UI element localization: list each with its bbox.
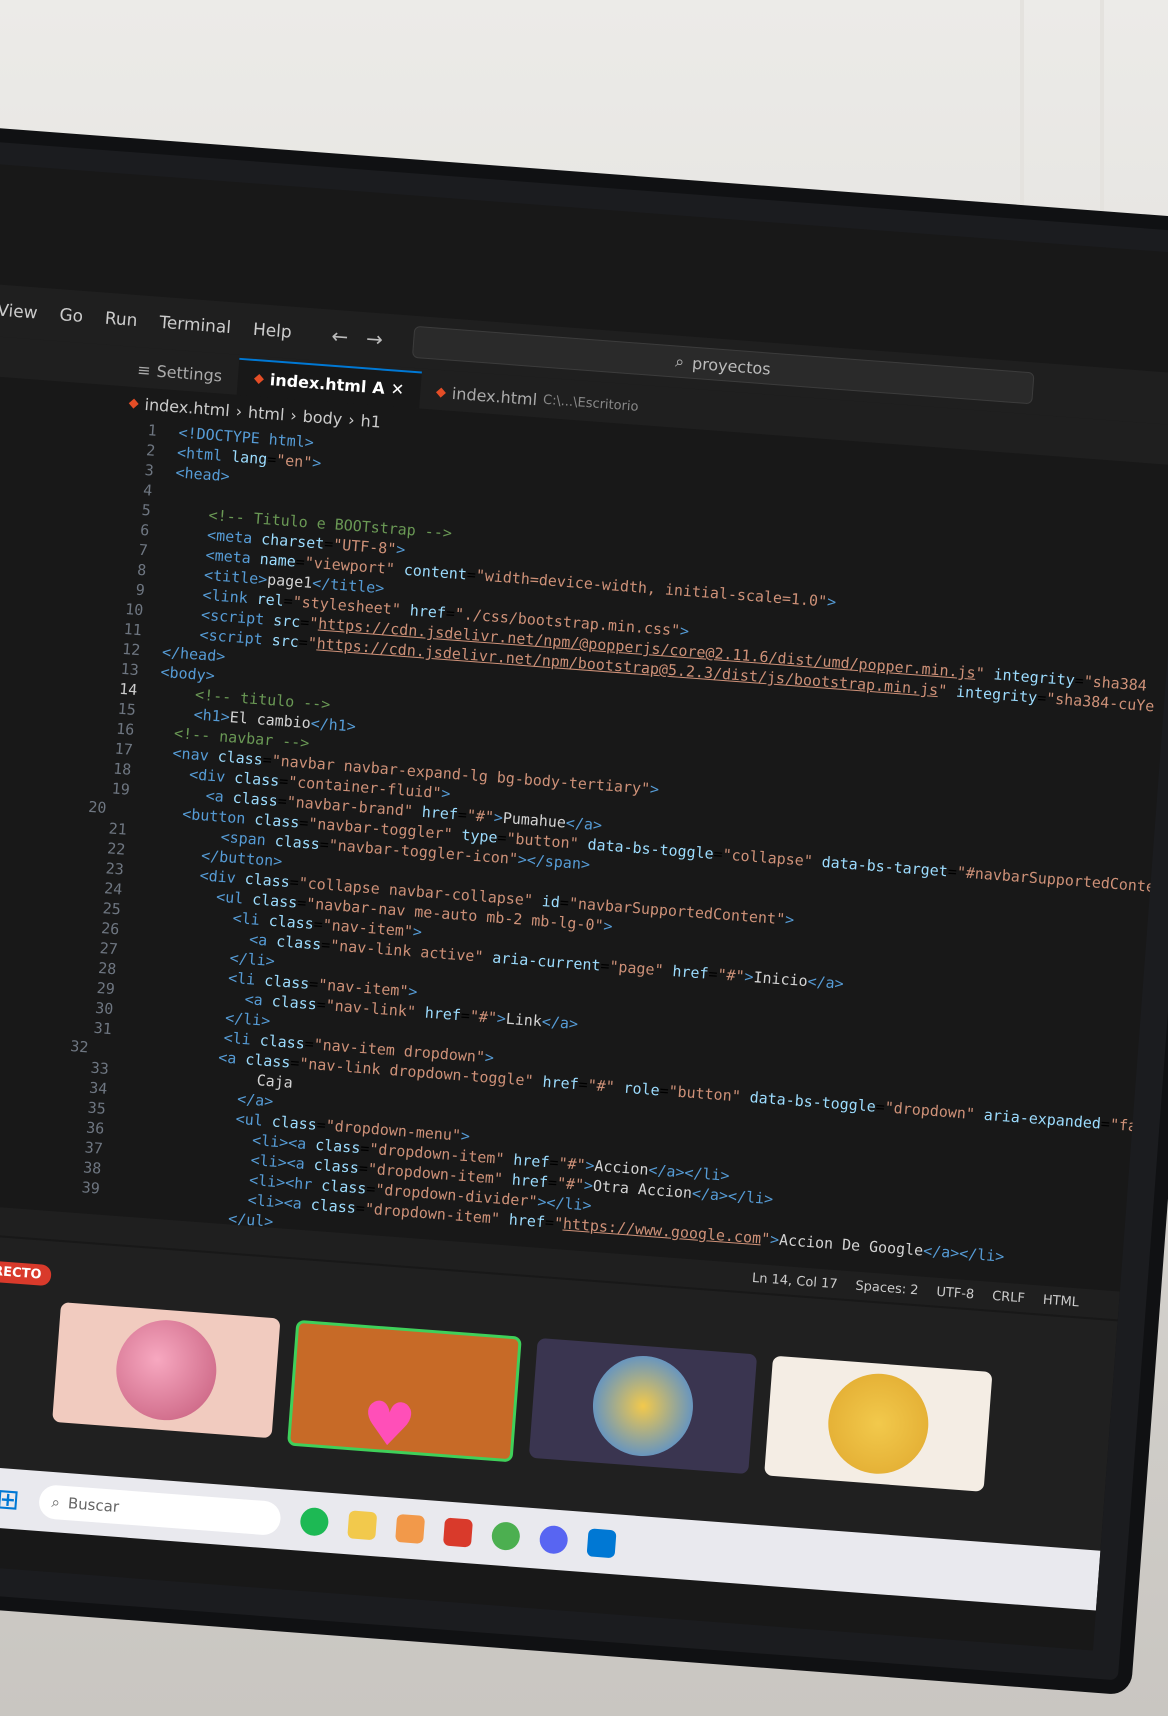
settings-icon: ≡ <box>136 360 152 381</box>
folder-icon[interactable] <box>395 1513 426 1544</box>
breadcrumb-item[interactable]: index.html <box>144 394 230 419</box>
menu-terminal[interactable]: Terminal <box>159 313 232 338</box>
line-number: 32 <box>69 1037 90 1057</box>
status-eol[interactable]: CRLF <box>992 1288 1026 1305</box>
status-cursor-position[interactable]: Ln 14, Col 17 <box>751 1270 838 1291</box>
live-badge: EN DIRECTO <box>0 1257 53 1287</box>
search-icon: ⌕ <box>674 351 685 372</box>
chevron-right-icon: › <box>289 405 298 425</box>
taskbar-search[interactable]: ⌕ Buscar <box>38 1484 283 1537</box>
breadcrumb-item[interactable]: h1 <box>360 411 382 431</box>
status-encoding[interactable]: UTF-8 <box>936 1284 975 1302</box>
html-file-icon: ◆ <box>128 395 140 411</box>
menu-view[interactable]: View <box>0 301 38 324</box>
nav-arrows: ← → <box>331 324 384 352</box>
sticky-notes-icon[interactable] <box>347 1510 378 1541</box>
participant-tile-speaking[interactable]: ♥ <box>287 1319 522 1463</box>
tab-settings[interactable]: ≡ Settings <box>120 351 239 395</box>
spotify-icon[interactable] <box>299 1506 330 1537</box>
breadcrumb-item[interactable]: body <box>302 406 343 428</box>
monitor: View Go Run Terminal Help ← → ⌕ proyecto… <box>0 140 1168 1681</box>
chevron-right-icon: › <box>347 409 356 430</box>
command-center-label: proyectos <box>691 353 772 379</box>
mail-app-icon[interactable] <box>443 1517 474 1548</box>
screen: View Go Run Terminal Help ← → ⌕ proyecto… <box>0 163 1168 1651</box>
participant-tiles: ♥ <box>52 1302 993 1498</box>
windows-start-icon[interactable]: ⊞ <box>0 1481 21 1516</box>
tab-path: C:\...\Escritorio <box>542 392 639 415</box>
menu-run[interactable]: Run <box>104 309 138 331</box>
participant-tile[interactable] <box>528 1337 758 1475</box>
wall-stripe <box>1100 0 1104 260</box>
chevron-right-icon: › <box>235 401 243 421</box>
heart-icon: ♥ <box>359 1388 419 1462</box>
html-file-icon: ◆ <box>253 370 265 387</box>
avatar <box>589 1352 697 1460</box>
search-icon: ⌕ <box>50 1492 61 1512</box>
avatar <box>112 1316 220 1424</box>
tab-label: index.html <box>269 370 368 397</box>
tab-label: index.html <box>451 383 538 410</box>
breadcrumb-item[interactable]: html <box>247 402 285 424</box>
vscode-icon[interactable] <box>587 1528 618 1559</box>
status-language[interactable]: HTML <box>1042 1292 1079 1310</box>
tab-label: Settings <box>155 361 223 386</box>
forward-arrow-icon[interactable]: → <box>365 326 384 351</box>
code-editor[interactable]: 1 <!DOCTYPE html> 2 <html lang="en"> 3 <head>… <box>58 418 1168 1285</box>
participant-tile[interactable] <box>52 1302 281 1439</box>
html-file-icon: ◆ <box>435 384 447 401</box>
line-number: 20 <box>87 797 108 818</box>
menu-go[interactable]: Go <box>59 305 84 327</box>
code-text: <head> <box>174 463 231 486</box>
avatar <box>824 1370 932 1478</box>
menu-help[interactable]: Help <box>252 320 292 343</box>
back-arrow-icon[interactable]: ← <box>331 324 350 349</box>
taskbar-search-placeholder: Buscar <box>67 1494 120 1516</box>
close-icon[interactable]: ✕ <box>390 379 405 399</box>
status-indentation[interactable]: Spaces: 2 <box>855 1278 919 1298</box>
discord-icon[interactable] <box>539 1524 570 1555</box>
participant-tile[interactable] <box>764 1355 993 1492</box>
chrome-icon[interactable] <box>491 1521 522 1552</box>
tab-modified-flag: A <box>371 377 386 398</box>
